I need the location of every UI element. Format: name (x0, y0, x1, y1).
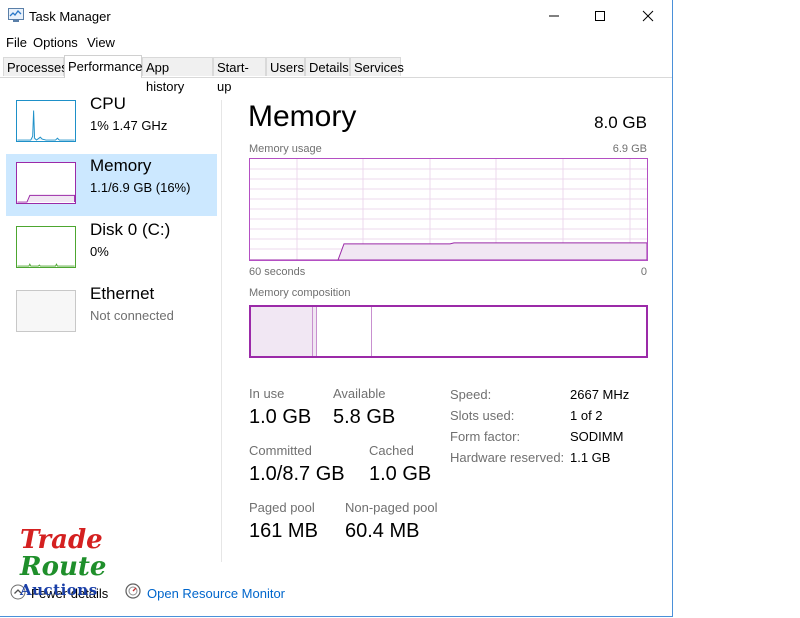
paged-pool-value: 161 MB (249, 520, 318, 542)
cpu-thumbnail-graph (16, 100, 76, 142)
tab-app-history[interactable]: App history (142, 57, 213, 94)
open-resource-monitor-link[interactable]: Open Resource Monitor (147, 586, 285, 601)
tab-details[interactable]: Details (305, 57, 350, 76)
memory-composition-bar (249, 305, 648, 358)
resource-monitor-icon (125, 583, 141, 599)
form-factor-label: Form factor: (450, 429, 521, 444)
maximize-button[interactable] (577, 0, 623, 32)
sidebar-sub-ethernet: Not connected (90, 308, 174, 323)
hardware-reserved-label: Hardware reserved: (450, 450, 565, 465)
available-value: 5.8 GB (333, 406, 396, 428)
graph-time-left: 60 seconds (249, 266, 306, 278)
speed-value: 2667 MHz (570, 387, 630, 402)
resource-sidebar: CPU 1% 1.47 GHz Memory 1.1/6.9 GB (16%) … (0, 78, 221, 563)
tab-users[interactable]: Users (266, 57, 305, 76)
memory-thumbnail-graph (16, 162, 76, 204)
sidebar-sub-memory: 1.1/6.9 GB (16%) (90, 180, 191, 195)
graph-time-right: 0 (640, 266, 647, 278)
watermark-trade: Trade (20, 525, 103, 555)
tab-performance[interactable]: Performance (64, 55, 142, 78)
disk-thumbnail-graph (16, 226, 76, 268)
composition-standby (317, 307, 372, 356)
menu-view[interactable]: View (87, 35, 115, 50)
memory-usage-graph (249, 158, 648, 261)
close-icon (642, 10, 654, 22)
trade-route-auctions-watermark: Trade Route Auctions (20, 525, 107, 600)
menu-options[interactable]: Options (33, 35, 78, 50)
tab-start-up[interactable]: Start-up (213, 57, 266, 94)
speed-label: Speed: (450, 387, 492, 402)
tab-processes[interactable]: Processes (3, 57, 68, 76)
cached-value: 1.0 GB (369, 463, 432, 485)
task-manager-icon (8, 8, 24, 22)
committed-label: Committed (249, 443, 312, 458)
tab-strip: Processes Performance App history Start-… (0, 55, 672, 94)
non-paged-pool-value: 60.4 MB (345, 520, 420, 542)
sidebar-sub-disk: 0% (90, 244, 109, 259)
page-title: Memory (248, 100, 357, 133)
sidebar-title-memory: Memory (90, 156, 152, 175)
sidebar-item-memory[interactable]: Memory 1.1/6.9 GB (16%) (6, 154, 217, 216)
title-bar[interactable]: Task Manager (0, 0, 672, 32)
in-use-value: 1.0 GB (249, 406, 312, 428)
paged-pool-label: Paged pool (249, 500, 315, 515)
slots-used-value: 1 of 2 (570, 408, 603, 423)
menu-file[interactable]: File (6, 35, 27, 50)
tab-services[interactable]: Services (350, 57, 404, 76)
sidebar-title-ethernet: Ethernet (90, 284, 155, 303)
watermark-auctions: Auctions (20, 581, 98, 599)
close-button[interactable] (625, 0, 671, 32)
memory-usage-area (250, 242, 647, 260)
memory-usage-max: 6.9 GB (612, 143, 647, 155)
window-title: Task Manager (29, 9, 111, 24)
cached-label: Cached (369, 443, 414, 458)
ethernet-thumbnail-graph (16, 290, 76, 332)
maximize-icon (595, 11, 605, 21)
sidebar-title-disk: Disk 0 (C:) (90, 220, 171, 239)
minimize-icon (549, 15, 559, 17)
sidebar-item-disk[interactable]: Disk 0 (C:) 0% (6, 218, 217, 280)
watermark-route: Route (20, 552, 107, 582)
sidebar-divider (221, 100, 222, 562)
available-label: Available (333, 386, 386, 401)
slots-used-label: Slots used: (450, 408, 515, 423)
non-paged-pool-label: Non-paged pool (345, 500, 438, 515)
sidebar-item-ethernet[interactable]: Ethernet Not connected (6, 282, 217, 344)
form-factor-value: SODIMM (570, 429, 624, 444)
in-use-label: In use (249, 386, 285, 401)
committed-value: 1.0/8.7 GB (249, 463, 345, 485)
sidebar-item-cpu[interactable]: CPU 1% 1.47 GHz (6, 92, 217, 154)
sidebar-title-cpu: CPU (90, 94, 126, 113)
total-memory: 8.0 GB (594, 113, 647, 132)
composition-in-use (251, 307, 313, 356)
menu-bar: File Options View (0, 33, 672, 53)
hardware-reserved-value: 1.1 GB (570, 450, 611, 465)
memory-usage-chart (250, 159, 647, 260)
memory-usage-label: Memory usage (249, 143, 322, 155)
minimize-button[interactable] (531, 0, 577, 32)
sidebar-sub-cpu: 1% 1.47 GHz (90, 118, 168, 133)
memory-composition-label: Memory composition (249, 287, 351, 299)
